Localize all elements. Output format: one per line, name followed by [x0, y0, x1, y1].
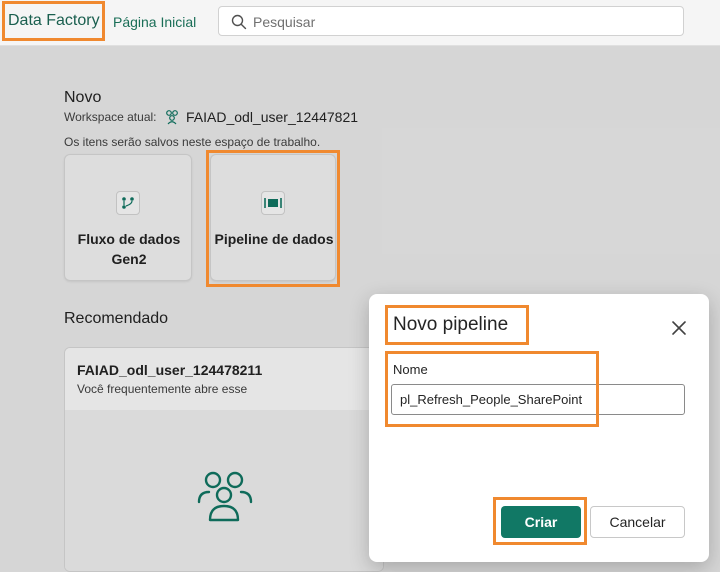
app-brand[interactable]: Data Factory: [8, 12, 100, 30]
new-pipeline-dialog: Novo pipeline Nome Criar Cancelar: [369, 294, 709, 562]
close-icon[interactable]: [669, 318, 689, 338]
cancel-button[interactable]: Cancelar: [590, 506, 685, 538]
search-icon: [231, 14, 247, 30]
pipeline-name-input[interactable]: [391, 384, 685, 415]
create-button[interactable]: Criar: [501, 506, 581, 538]
home-link[interactable]: Página Inicial: [113, 14, 196, 30]
dialog-title: Novo pipeline: [393, 314, 509, 335]
name-field-label: Nome: [393, 362, 428, 377]
search-placeholder: Pesquisar: [253, 14, 316, 30]
top-bar: Data Factory Página Inicial Pesquisar: [0, 0, 720, 46]
search-box[interactable]: Pesquisar: [218, 6, 684, 36]
